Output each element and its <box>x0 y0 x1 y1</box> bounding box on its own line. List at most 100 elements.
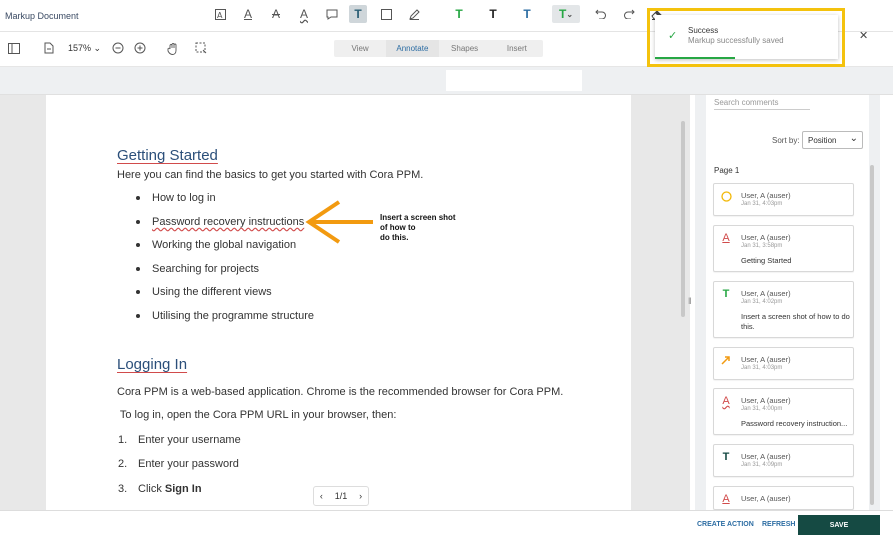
step-number: 3. <box>118 483 128 495</box>
text-annotation-line: do this. <box>380 233 409 242</box>
squiggly-icon[interactable]: A <box>295 5 313 23</box>
underline-icon: A <box>722 232 730 244</box>
search-comments-input[interactable]: Search comments <box>714 98 810 110</box>
document-icon[interactable] <box>42 41 56 55</box>
pan-hand-icon[interactable] <box>166 41 180 55</box>
select-area-icon[interactable] <box>194 41 208 55</box>
squiggly-icon: A <box>722 395 730 407</box>
comment-date: Jan 31, 4:03pm <box>741 201 783 207</box>
comment-user: User, A (auser) <box>741 396 791 405</box>
intro-paragraph: Here you can find the basics to get you … <box>117 169 424 181</box>
list-item: Using the different views <box>152 286 272 298</box>
refresh-button[interactable]: REFRESH <box>762 521 795 528</box>
text-icon: T <box>722 451 730 463</box>
strikethrough-icon[interactable]: A <box>267 5 285 23</box>
text-color-dropdown[interactable]: T ⌄ <box>552 5 580 23</box>
bullet <box>136 196 140 200</box>
comment-body: Getting Started <box>741 256 792 265</box>
comment-icon[interactable] <box>323 5 341 23</box>
text-black-icon[interactable]: T <box>484 5 502 23</box>
tab-annotate[interactable]: Annotate <box>386 40 439 57</box>
comment-date: Jan 31, 4:09pm <box>741 462 783 468</box>
pen-icon[interactable] <box>405 5 423 23</box>
chevron-down-icon: ⌄ <box>566 9 574 19</box>
step-text: Click Sign In <box>138 483 202 495</box>
document-scrollbar[interactable] <box>681 121 685 317</box>
comment-date: Jan 31, 4:02pm <box>741 299 783 305</box>
text-green-icon[interactable]: T <box>450 5 468 23</box>
bullet <box>136 267 140 271</box>
redo-icon[interactable] <box>620 5 638 23</box>
comment-body: Insert a screen shot of how to do this. <box>741 312 850 331</box>
step-number: 2. <box>118 458 128 470</box>
tab-shapes[interactable]: Shapes <box>439 40 491 57</box>
comment-card[interactable]: T User, A (auser) Jan 31, 4:09pm <box>713 444 854 477</box>
arrow-annotation[interactable] <box>303 198 375 246</box>
comments-scrollbar[interactable] <box>870 165 874 505</box>
text-tool-icon[interactable]: T <box>349 5 367 23</box>
chevron-down-icon: ⌄ <box>849 133 858 144</box>
bullet <box>136 290 140 294</box>
document-viewer[interactable] <box>0 95 690 510</box>
comment-card[interactable]: A User, A (auser) Jan 31, 3:58pm Getting… <box>713 225 854 272</box>
step-text: Enter your password <box>138 458 239 470</box>
sort-select[interactable]: Position ⌄ <box>802 131 863 149</box>
zoom-out-icon[interactable] <box>111 41 125 55</box>
comment-card[interactable]: User, A (auser) Jan 31, 4:03pm <box>713 183 854 216</box>
page-navigator: ‹ 1/1 › <box>313 486 369 506</box>
paragraph: To log in, open the Cora PPM URL in your… <box>117 409 397 421</box>
svg-text:A: A <box>217 11 223 20</box>
comment-user: User, A (auser) <box>741 355 791 364</box>
text-annotation-line: Insert a screen shot <box>380 213 456 222</box>
undo-icon[interactable] <box>592 5 610 23</box>
step-text: Enter your username <box>138 434 241 446</box>
highlight-frame <box>647 8 845 67</box>
stamp-icon[interactable]: A <box>211 5 229 23</box>
bullet <box>136 314 140 318</box>
footer-bar <box>0 510 893 538</box>
panel-splitter[interactable]: ‖ <box>688 296 692 306</box>
list-item: Working the global navigation <box>152 239 297 251</box>
text-blue-icon[interactable]: T <box>518 5 536 23</box>
list-item: How to log in <box>152 192 216 204</box>
bullet <box>136 220 140 224</box>
zoom-select[interactable]: 157% ⌄ <box>68 43 101 54</box>
paragraph: Cora PPM is a web-based application. Chr… <box>117 386 564 398</box>
text-icon: T <box>722 288 730 300</box>
chevron-left-icon[interactable]: ‹ <box>320 491 323 501</box>
comment-card[interactable]: A User, A (auser) <box>713 486 854 510</box>
list-item: Searching for projects <box>152 263 259 275</box>
save-button[interactable]: SAVE <box>798 515 880 535</box>
heading-logging-in: Logging In <box>117 356 188 373</box>
chevron-right-icon[interactable]: › <box>359 491 362 501</box>
rectangle-icon[interactable] <box>377 5 395 23</box>
comment-user: User, A (auser) <box>741 494 791 503</box>
comment-date: Jan 31, 4:03pm <box>741 365 783 371</box>
tab-view[interactable]: View <box>334 40 386 57</box>
mode-tabs: View Annotate Shapes Insert <box>334 40 543 57</box>
comment-card[interactable]: T User, A (auser) Jan 31, 4:02pm Insert … <box>713 281 854 338</box>
sort-value: Position <box>808 136 837 145</box>
tab-insert[interactable]: Insert <box>491 40 543 57</box>
zoom-in-icon[interactable] <box>133 41 147 55</box>
create-action-button[interactable]: CREATE ACTION <box>697 521 754 528</box>
comment-user: User, A (auser) <box>741 233 791 242</box>
text-annotation-line: of how to <box>380 223 416 232</box>
comment-body: Password recovery instruction... <box>741 419 848 428</box>
text-style-group <box>446 70 582 91</box>
step-number: 1. <box>118 434 128 446</box>
chevron-down-icon: ⌄ <box>91 43 102 53</box>
sort-label: Sort by: <box>772 136 800 145</box>
page-group-label: Page 1 <box>714 166 740 175</box>
sidebar-toggle-icon[interactable] <box>7 41 21 55</box>
close-icon[interactable]: ✕ <box>859 29 868 42</box>
text-annotation[interactable]: Insert a screen shot of how to do this. <box>380 213 465 243</box>
comment-user: User, A (auser) <box>741 191 791 200</box>
comment-card[interactable]: A User, A (auser) Jan 31, 4:00pm Passwor… <box>713 388 854 435</box>
page-indicator: 1/1 <box>334 491 348 501</box>
comment-user: User, A (auser) <box>741 452 791 461</box>
list-item: Password recovery instructions <box>152 216 305 228</box>
comment-card[interactable]: User, A (auser) Jan 31, 4:03pm <box>713 347 854 380</box>
underline-icon[interactable]: A <box>239 5 257 23</box>
list-item: Utilising the programme structure <box>152 310 315 322</box>
